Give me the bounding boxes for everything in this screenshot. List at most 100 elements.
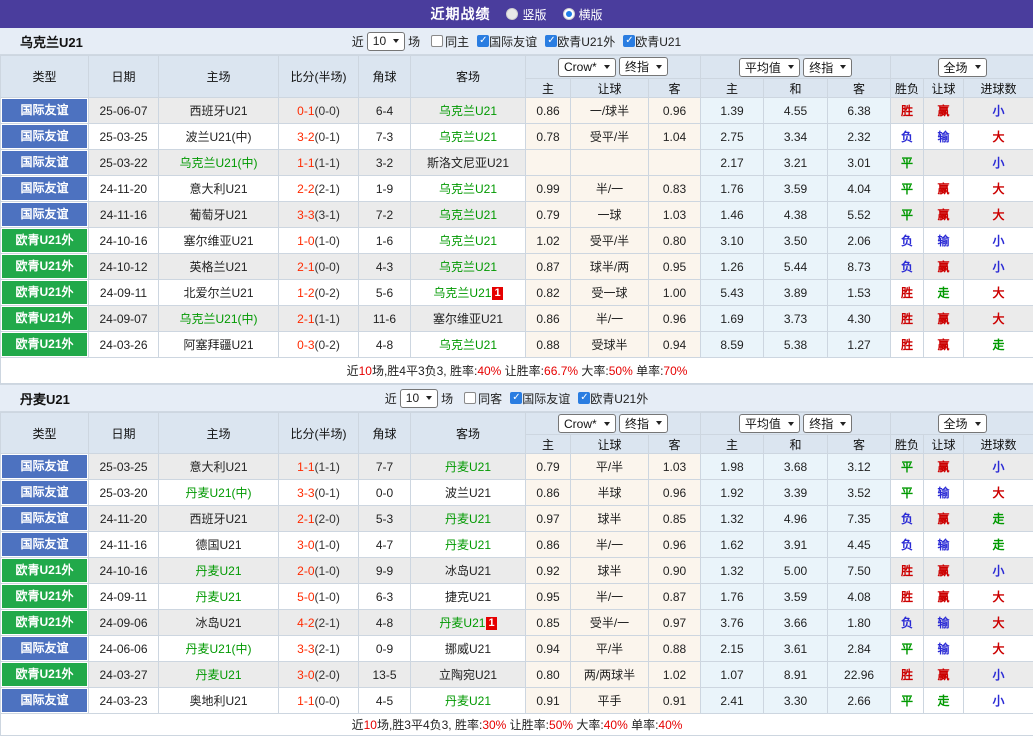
home-team: 丹麦U21 xyxy=(195,590,241,604)
avg-stage-select[interactable]: 终指 xyxy=(803,414,852,433)
odds-stage-select[interactable]: 终指 xyxy=(619,57,668,76)
home-team-cell: 意大利U21 xyxy=(159,176,279,202)
matches-table: 类型 日期 主场 比分(半场) 角球 客场 Crow* 终指 平均值 终指 全场 xyxy=(0,55,1033,384)
avg-draw-odds: 3.34 xyxy=(764,124,828,150)
match-count-select[interactable]: 10 xyxy=(400,389,438,408)
goals-result-cell: 大 xyxy=(964,280,1033,306)
checkbox-icon xyxy=(510,392,522,404)
home-team: 意大利U21 xyxy=(189,182,247,196)
goals-result-cell: 小 xyxy=(964,98,1033,124)
summary-segment: 近 xyxy=(352,718,364,732)
avg-home-odds: 2.75 xyxy=(701,124,764,150)
home-team-cell: 丹麦U21 xyxy=(159,558,279,584)
score-cell: 1-0(1-0) xyxy=(279,228,359,254)
filter-checkbox[interactable]: 欧青U21 xyxy=(615,33,681,50)
avg-home-odds: 2.15 xyxy=(701,636,764,662)
score-cell: 5-0(1-0) xyxy=(279,584,359,610)
home-team: 塞尔维亚U21 xyxy=(183,234,253,248)
summary-segment: 40% xyxy=(658,718,682,732)
avg-odds-select[interactable]: 平均值 xyxy=(739,414,800,433)
away-team-cell: 塞尔维亚U21 xyxy=(411,306,526,332)
halftime-score: (0-1) xyxy=(315,486,340,500)
avg-stage-select[interactable]: 终指 xyxy=(803,58,852,77)
away-team: 波兰U21 xyxy=(445,486,491,500)
avg-home-odds: 3.76 xyxy=(701,610,764,636)
handicap-line: 球半/两 xyxy=(571,254,649,280)
layout-horizontal-option[interactable]: 横版 xyxy=(563,6,603,23)
match-type-cell: 国际友谊 xyxy=(1,176,89,202)
avg-away-odds: 22.96 xyxy=(828,662,891,688)
match-type-badge: 欧青U21外 xyxy=(2,255,87,278)
result-cell: 负 xyxy=(891,254,924,280)
match-type-badge: 欧青U21外 xyxy=(2,585,87,608)
home-team: 英格兰U21 xyxy=(189,260,247,274)
odds-company-select[interactable]: Crow* xyxy=(558,414,616,433)
match-type-cell: 国际友谊 xyxy=(1,688,89,714)
match-type-badge: 欧青U21外 xyxy=(2,333,87,356)
halftime-score: (2-0) xyxy=(315,512,340,526)
summary-segment: 单率: xyxy=(633,364,664,378)
away-team-cell: 丹麦U211 xyxy=(411,610,526,636)
filter-checkbox-group: 同主 国际友谊 欧青U21外 欧青U21 xyxy=(423,33,681,50)
crow-home-odds: 0.95 xyxy=(526,584,571,610)
away-team-cell: 波兰U21 xyxy=(411,480,526,506)
odds-stage-select[interactable]: 终指 xyxy=(619,414,668,433)
fulltime-score: 3-3 xyxy=(297,642,314,656)
filter-checkbox[interactable]: 同主 xyxy=(423,33,469,50)
filter-checkbox[interactable]: 欧青U21外 xyxy=(570,390,648,407)
date-cell: 24-11-20 xyxy=(89,506,159,532)
score-cell: 1-1(0-0) xyxy=(279,688,359,714)
layout-vertical-option[interactable]: 竖版 xyxy=(506,6,546,23)
handicap-line: 受平/半 xyxy=(571,124,649,150)
crow-away-odds: 1.04 xyxy=(649,124,701,150)
match-row: 国际友谊 25-06-07 西班牙U21 0-1(0-0) 6-4 乌克兰U21… xyxy=(1,98,1033,124)
crow-away-odds: 0.85 xyxy=(649,506,701,532)
date-cell: 24-10-16 xyxy=(89,558,159,584)
date-cell: 24-03-27 xyxy=(89,662,159,688)
crow-away-odds: 1.03 xyxy=(649,454,701,480)
crow-away-odds: 0.87 xyxy=(649,584,701,610)
fulltime-score: 3-0 xyxy=(297,668,314,682)
date-cell: 24-03-23 xyxy=(89,688,159,714)
handicap-line: 平手 xyxy=(571,688,649,714)
avg-home-odds: 1.46 xyxy=(701,202,764,228)
avg-odds-select[interactable]: 平均值 xyxy=(739,58,800,77)
halftime-score: (0-2) xyxy=(315,286,340,300)
match-type-cell: 国际友谊 xyxy=(1,506,89,532)
match-type-badge: 国际友谊 xyxy=(2,99,87,122)
home-team: 北爱尔兰U21 xyxy=(183,286,253,300)
match-row: 国际友谊 24-11-16 葡萄牙U21 3-3(3-1) 7-2 乌克兰U21… xyxy=(1,202,1033,228)
scope-select[interactable]: 全场 xyxy=(938,58,987,77)
avg-away-odds: 5.52 xyxy=(828,202,891,228)
page-title: 近期战绩 xyxy=(430,4,490,24)
home-team-cell: 乌克兰U21(中) xyxy=(159,306,279,332)
match-type-cell: 国际友谊 xyxy=(1,454,89,480)
avg-draw-odds: 3.73 xyxy=(764,306,828,332)
team-name: 乌克兰U21 xyxy=(20,32,83,51)
scope-select[interactable]: 全场 xyxy=(938,414,987,433)
avg-draw-odds: 3.91 xyxy=(764,532,828,558)
odds-company-select[interactable]: Crow* xyxy=(558,58,616,77)
avg-draw-odds: 4.55 xyxy=(764,98,828,124)
filter-checkbox[interactable]: 国际友谊 xyxy=(502,390,570,407)
result-cell: 胜 xyxy=(891,584,924,610)
crow-home-odds: 0.86 xyxy=(526,98,571,124)
match-count-select[interactable]: 10 xyxy=(367,32,405,51)
chevron-down-icon xyxy=(604,65,610,69)
match-row: 欧青U21外 24-10-16 丹麦U21 2-0(1-0) 9-9 冰岛U21… xyxy=(1,558,1033,584)
checkbox-label: 同主 xyxy=(445,33,469,50)
sub-home-odds: 主 xyxy=(526,435,571,454)
date-cell: 24-09-11 xyxy=(89,584,159,610)
crow-home-odds xyxy=(526,150,571,176)
crow-away-odds: 0.96 xyxy=(649,532,701,558)
handicap-line: 半/一 xyxy=(571,584,649,610)
filter-checkbox[interactable]: 欧青U21外 xyxy=(537,33,615,50)
goals-result-cell: 走 xyxy=(964,332,1033,358)
crow-away-odds: 0.94 xyxy=(649,332,701,358)
handicap-result-cell: 赢 xyxy=(924,506,964,532)
result-cell: 平 xyxy=(891,150,924,176)
filter-checkbox[interactable]: 国际友谊 xyxy=(469,33,537,50)
col-date: 日期 xyxy=(89,413,159,454)
score-cell: 2-1(1-1) xyxy=(279,306,359,332)
filter-checkbox[interactable]: 同客 xyxy=(456,390,502,407)
